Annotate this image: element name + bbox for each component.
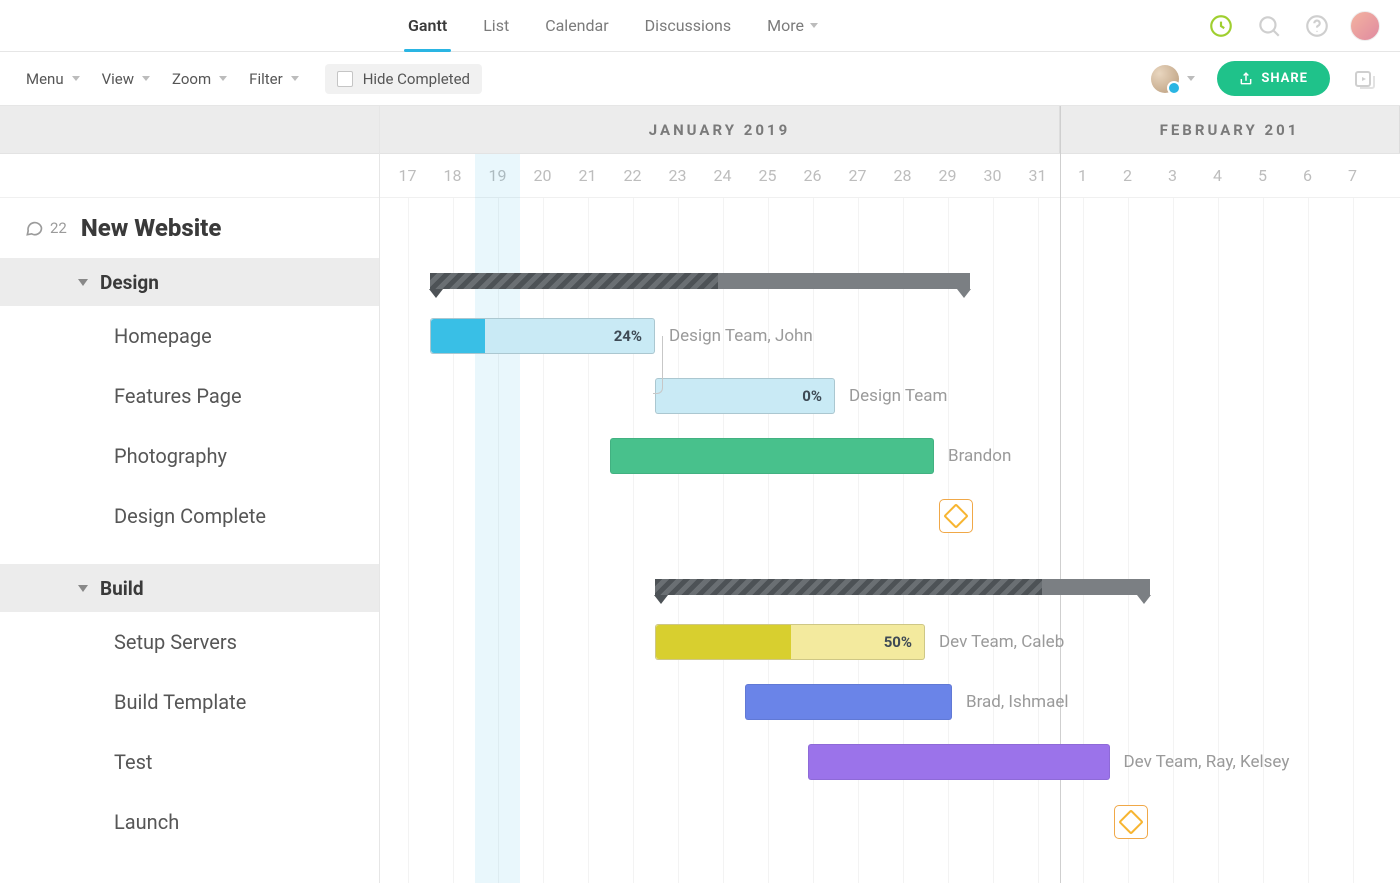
day-label: 2 xyxy=(1105,154,1150,197)
day-label: 21 xyxy=(565,154,610,197)
assignee-label: Brad, Ishmael xyxy=(966,692,1068,712)
task-row[interactable]: Build Template xyxy=(0,672,379,732)
day-label: 4 xyxy=(1195,154,1240,197)
help-icon[interactable] xyxy=(1302,11,1332,41)
assignee-filter[interactable] xyxy=(1151,65,1195,93)
task-row[interactable]: Design Complete xyxy=(0,486,379,546)
task-bar[interactable]: 24% xyxy=(430,318,655,354)
day-label: 20 xyxy=(520,154,565,197)
chevron-down-icon xyxy=(1187,76,1195,81)
task-bar[interactable] xyxy=(808,744,1110,780)
assignee-label: Design Team xyxy=(849,386,947,406)
task-row[interactable]: Features Page xyxy=(0,366,379,426)
milestone-marker[interactable] xyxy=(1114,805,1148,839)
day-label: 30 xyxy=(970,154,1015,197)
tab-gantt[interactable]: Gantt xyxy=(408,0,447,51)
day-label: 31 xyxy=(1015,154,1060,197)
group-name: Design xyxy=(100,271,159,294)
day-label: 28 xyxy=(880,154,925,197)
project-title: New Website xyxy=(81,214,222,242)
month-label: JANUARY 2019 xyxy=(380,106,1060,153)
comment-count: 22 xyxy=(50,219,67,237)
tab-list[interactable]: List xyxy=(483,0,509,51)
month-label: FEBRUARY 201 xyxy=(1060,106,1400,153)
group-header[interactable]: Build xyxy=(0,564,379,612)
task-row[interactable]: Setup Servers xyxy=(0,612,379,672)
day-label: 25 xyxy=(745,154,790,197)
milestone-marker[interactable] xyxy=(939,499,973,533)
checkbox-icon[interactable] xyxy=(337,71,353,87)
progress-percent: 50% xyxy=(884,633,912,651)
filter-dropdown[interactable]: Filter xyxy=(249,70,299,88)
assignee-label: Dev Team, Caleb xyxy=(939,632,1064,652)
main-split: 22 New Website Design HomepageFeatures Pa… xyxy=(0,106,1400,883)
comments-button[interactable]: 22 xyxy=(24,218,67,238)
task-row[interactable]: Test xyxy=(0,732,379,792)
day-label: 3 xyxy=(1150,154,1195,197)
day-label: 1 xyxy=(1060,154,1105,197)
progress-percent: 0% xyxy=(802,387,822,405)
day-label: 22 xyxy=(610,154,655,197)
day-label: 29 xyxy=(925,154,970,197)
assignee-label: Design Team, John xyxy=(669,326,813,346)
day-label: 7 xyxy=(1330,154,1375,197)
assignee-avatar xyxy=(1151,65,1179,93)
day-label: 5 xyxy=(1240,154,1285,197)
menu-dropdown[interactable]: Menu xyxy=(26,70,80,88)
timeline-month-header: JANUARY 2019 FEBRUARY 201 xyxy=(380,106,1400,154)
task-bar[interactable]: 0% xyxy=(655,378,835,414)
task-sidebar: 22 New Website Design HomepageFeatures Pa… xyxy=(0,106,380,883)
progress-percent: 24% xyxy=(614,327,642,345)
view-dropdown[interactable]: View xyxy=(102,70,150,88)
task-row[interactable]: Photography xyxy=(0,426,379,486)
task-row[interactable]: Launch xyxy=(0,792,379,852)
share-icon xyxy=(1239,72,1253,86)
hide-completed-label: Hide Completed xyxy=(363,70,470,88)
day-label: 27 xyxy=(835,154,880,197)
chevron-down-icon xyxy=(142,76,150,81)
chevron-down-icon xyxy=(810,23,818,28)
day-label: 18 xyxy=(430,154,475,197)
task-bar[interactable] xyxy=(745,684,952,720)
chevron-down-icon xyxy=(78,279,88,286)
group-name: Build xyxy=(100,577,144,600)
top-nav: Gantt List Calendar Discussions More xyxy=(0,0,1400,52)
view-tabs: Gantt List Calendar Discussions More xyxy=(20,0,1206,51)
day-label: 6 xyxy=(1285,154,1330,197)
summary-bar[interactable] xyxy=(430,273,970,289)
day-label: 26 xyxy=(790,154,835,197)
chevron-down-icon xyxy=(291,76,299,81)
recent-icon[interactable] xyxy=(1206,11,1236,41)
summary-bar[interactable] xyxy=(655,579,1150,595)
project-header: 22 New Website xyxy=(0,198,379,258)
chevron-down-icon xyxy=(219,76,227,81)
zoom-dropdown[interactable]: Zoom xyxy=(172,70,227,88)
top-nav-actions xyxy=(1206,11,1380,41)
gantt-chart[interactable]: JANUARY 2019 FEBRUARY 201 17181920212223… xyxy=(380,106,1400,883)
share-button[interactable]: SHARE xyxy=(1217,61,1330,96)
task-bar[interactable] xyxy=(610,438,934,474)
chevron-down-icon xyxy=(72,76,80,81)
assignee-label: Dev Team, Ray, Kelsey xyxy=(1124,752,1290,772)
user-avatar[interactable] xyxy=(1350,11,1380,41)
hide-completed-toggle[interactable]: Hide Completed xyxy=(325,64,482,94)
tab-more[interactable]: More xyxy=(767,0,818,51)
present-icon[interactable] xyxy=(1352,68,1374,90)
chevron-down-icon xyxy=(78,585,88,592)
timeline-day-ruler: 1718192021222324252627282930311234567 xyxy=(380,154,1400,198)
group-header[interactable]: Design xyxy=(0,258,379,306)
search-icon[interactable] xyxy=(1254,11,1284,41)
assignee-label: Brandon xyxy=(948,446,1011,466)
day-label: 23 xyxy=(655,154,700,197)
task-row[interactable]: Homepage xyxy=(0,306,379,366)
dependency-line xyxy=(653,336,663,394)
tab-calendar[interactable]: Calendar xyxy=(545,0,608,51)
task-bar[interactable]: 50% xyxy=(655,624,925,660)
comment-icon xyxy=(24,218,44,238)
tab-discussions[interactable]: Discussions xyxy=(645,0,731,51)
day-label: 17 xyxy=(385,154,430,197)
day-label: 24 xyxy=(700,154,745,197)
toolbar: Menu View Zoom Filter Hide Completed SHA… xyxy=(0,52,1400,106)
